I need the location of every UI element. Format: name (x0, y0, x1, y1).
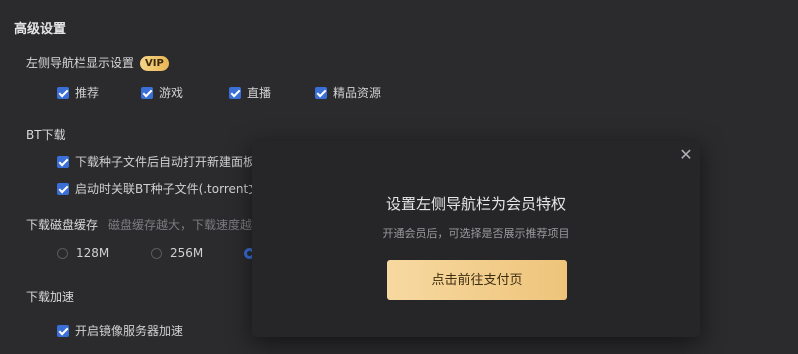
dialog-description: 开通会员后，可选择是否展示推荐项目 (382, 227, 570, 240)
checkbox-checked-icon (315, 87, 327, 99)
checkbox-label: 启动时关联BT种子文件(.torrent文 (75, 182, 261, 196)
radio-icon (151, 248, 162, 259)
go-to-payment-button[interactable]: 点击前往支付页 (387, 260, 567, 300)
checkbox-checked-icon (57, 183, 69, 195)
checkbox-checked-icon (57, 325, 69, 337)
checkbox-auto-open-panel[interactable]: 下载种子文件后自动打开新建面板 (57, 153, 255, 170)
section-title: 高级设置 (14, 22, 67, 37)
radio-label: 256M (170, 246, 204, 260)
radio-cache-256m[interactable]: 256M (151, 246, 203, 260)
bt-download-label: BT下载 (26, 128, 66, 142)
checkbox-live[interactable]: 直播 (229, 84, 271, 101)
vip-privilege-dialog: ✕ 设置左侧导航栏为会员特权 开通会员后，可选择是否展示推荐项目 点击前往支付页 (252, 141, 700, 337)
checkbox-label: 开启镜像服务器加速 (75, 324, 184, 338)
checkbox-checked-icon (141, 87, 153, 99)
checkbox-associate-torrent[interactable]: 启动时关联BT种子文件(.torrent文 (57, 180, 260, 197)
radio-label: 128M (76, 246, 110, 260)
dialog-title: 设置左侧导航栏为会员特权 (385, 195, 566, 213)
checkbox-label: 精品资源 (333, 86, 382, 100)
checkbox-label: 直播 (247, 86, 272, 100)
checkbox-label: 推荐 (75, 86, 100, 100)
checkbox-label: 游戏 (159, 86, 184, 100)
checkbox-checked-icon (229, 87, 241, 99)
checkbox-recommend[interactable]: 推荐 (57, 84, 99, 101)
sidebar-display-label: 左侧导航栏显示设置 VIP (26, 54, 169, 71)
radio-icon (57, 248, 68, 259)
close-icon[interactable]: ✕ (678, 147, 694, 163)
disk-cache-label: 下载磁盘缓存 (26, 218, 99, 232)
checkbox-games[interactable]: 游戏 (141, 84, 183, 101)
sidebar-display-title: 左侧导航栏显示设置 (26, 56, 135, 70)
disk-cache-hint: 磁盘缓存越大，下载速度越 (108, 218, 253, 232)
checkbox-checked-icon (57, 156, 69, 168)
checkbox-premium-resources[interactable]: 精品资源 (315, 84, 381, 101)
checkbox-checked-icon (57, 87, 69, 99)
radio-cache-128m[interactable]: 128M (57, 246, 109, 260)
download-accel-label: 下载加速 (26, 290, 75, 304)
checkbox-mirror-accel[interactable]: 开启镜像服务器加速 (57, 322, 183, 339)
checkbox-label: 下载种子文件后自动打开新建面板 (75, 155, 256, 169)
vip-badge: VIP (140, 56, 169, 71)
